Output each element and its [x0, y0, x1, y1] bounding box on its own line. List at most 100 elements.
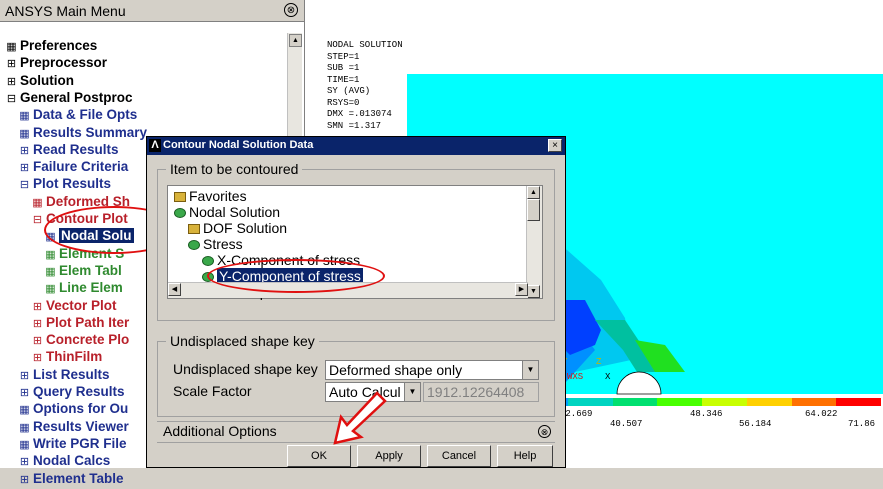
collapse-icon: ⊟ — [32, 214, 43, 226]
annotation-circle-y-component — [207, 259, 385, 293]
legend-swatch — [612, 398, 658, 406]
menu-item[interactable]: ▦ Elem Tabl — [45, 262, 122, 279]
menu-item[interactable]: ▦ Preferences — [6, 37, 97, 54]
scroll-left-icon[interactable]: ◀ — [168, 283, 181, 296]
tree-item[interactable]: Nodal Solution — [174, 204, 280, 220]
menu-item[interactable]: ▦ Write PGR File — [19, 435, 126, 452]
scale-factor-number[interactable]: 1912.12264408 — [423, 382, 539, 402]
help-button[interactable]: Help — [497, 445, 553, 467]
menu-item[interactable]: ▦ Options for Ou — [19, 400, 128, 417]
menu-item[interactable]: ▦ Results Viewer — [19, 418, 129, 435]
menu-item[interactable]: ⊞ Concrete Plo — [32, 331, 129, 348]
legend-swatch — [746, 398, 792, 406]
shape-key-select[interactable]: Deformed shape only ▼ — [325, 360, 539, 380]
contour-legend-bar — [523, 398, 881, 406]
legend-value: 64.022 — [805, 409, 838, 419]
ok-button[interactable]: OK — [287, 445, 351, 467]
menu-item[interactable]: ▦ Line Elem — [45, 279, 123, 296]
undisplaced-shape-group-label: Undisplaced shape key — [166, 333, 319, 349]
menu-item-label: List Results — [33, 366, 110, 382]
result-item-icon — [188, 240, 200, 251]
axis-label-x: X — [605, 372, 611, 382]
menu-item-label: Line Elem — [59, 280, 123, 296]
legend-value: 48.346 — [690, 409, 723, 419]
scroll-up-icon[interactable]: ▲ — [527, 186, 540, 199]
menu-item-label: Nodal Calcs — [33, 453, 111, 469]
axis-label-z: Z — [596, 357, 602, 367]
tree-item-label: DOF Solution — [203, 220, 288, 236]
menu-item-label: Element Table — [33, 470, 124, 486]
expand-icon: ⊞ — [19, 473, 30, 486]
tree-item-label: Favorites — [189, 188, 247, 204]
wxs-label: WXS — [567, 372, 584, 382]
dropdown-arrow-icon[interactable]: ▼ — [522, 361, 538, 379]
menu-item[interactable]: ▦ Results Summary — [19, 124, 147, 141]
menu-item-label: Plot Path Iter — [46, 314, 130, 330]
menu-item[interactable]: ⊞ Plot Path Iter — [32, 314, 129, 331]
legend-swatch — [702, 398, 747, 406]
scale-factor-label: Scale Factor — [173, 383, 252, 399]
menu-item-label: Results Summary — [33, 124, 148, 140]
tree-item-label: Stress — [203, 236, 243, 252]
menu-item[interactable]: ⊞ Solution — [6, 72, 74, 89]
tree-item[interactable]: DOF Solution — [188, 220, 287, 236]
menu-item[interactable]: ▦ Data & File Opts — [19, 106, 137, 123]
shape-key-label: Undisplaced shape key — [173, 361, 318, 377]
menu-item-label: Elem Tabl — [59, 262, 122, 278]
main-menu-title: ANSYS Main Menu — [5, 3, 126, 19]
main-menu-title-bar: ANSYS Main Menu ⊗ — [0, 0, 304, 22]
result-item-icon — [174, 208, 186, 219]
legend-swatch — [791, 398, 837, 406]
legend-value: 71.86 — [848, 419, 876, 429]
menu-item-label: Preferences — [20, 38, 98, 53]
scroll-up-icon[interactable]: ▲ — [289, 34, 302, 47]
collapse-icon: ⊟ — [19, 179, 30, 192]
menu-item-label: Data & File Opts — [33, 107, 138, 123]
legend-swatch — [567, 398, 613, 406]
menu-item[interactable]: ⊞ List Results — [19, 366, 110, 383]
menu-item-label: Vector Plot — [46, 297, 117, 313]
expand-options-icon[interactable]: ⊗ — [538, 425, 551, 438]
dialog-title: Contour Nodal Solution Data — [163, 139, 314, 151]
menu-item-label: Query Results — [33, 384, 125, 399]
contour-nodal-solution-dialog: Λ Contour Nodal Solution Data × Item to … — [146, 136, 566, 468]
scroll-right-icon[interactable]: ▶ — [515, 283, 528, 296]
legend-swatch — [657, 398, 702, 406]
menu-item[interactable]: ⊞ ThinFilm — [32, 348, 102, 365]
menu-item-label: Options for Ou — [33, 401, 129, 417]
dropdown-arrow-icon[interactable]: ▼ — [404, 383, 420, 401]
item-to-be-contoured-label: Item to be contoured — [166, 161, 303, 177]
legend-value: 56.184 — [739, 419, 772, 429]
menu-item[interactable]: ⊞ Preprocessor — [6, 54, 107, 71]
menu-item-label: Solution — [20, 72, 74, 88]
menu-item-label: Results Viewer — [33, 418, 129, 434]
legend-swatch — [836, 398, 881, 406]
result-item-icon — [202, 256, 214, 267]
menu-item[interactable]: ⊞ Nodal Calcs — [19, 452, 110, 469]
apply-button[interactable]: Apply — [357, 445, 421, 467]
menu-item-label: ThinFilm — [46, 349, 103, 365]
menu-item-label: Preprocessor — [20, 55, 108, 71]
menu-item[interactable]: ⊞ Vector Plot — [32, 297, 117, 314]
folder-icon — [174, 192, 186, 203]
menu-item[interactable]: ⊞ Query Results — [19, 383, 125, 400]
menu-item-label: Plot Results — [33, 176, 112, 192]
tree-item[interactable]: Favorites — [174, 188, 247, 204]
tree-item[interactable]: Stress — [188, 236, 243, 252]
menu-item[interactable]: ⊞ Failure Criteria — [19, 158, 128, 175]
menu-item[interactable]: ⊞ Read Results — [19, 141, 119, 158]
collapse-icon: ⊟ — [6, 92, 17, 105]
cancel-button[interactable]: Cancel — [427, 445, 491, 467]
folder-icon — [188, 224, 200, 235]
scroll-down-icon[interactable]: ▼ — [527, 285, 540, 298]
ansys-logo-icon: Λ — [149, 139, 161, 152]
menu-item[interactable]: ⊟ General Postproc — [6, 89, 133, 106]
menu-item[interactable]: ⊟ Plot Results — [19, 175, 111, 192]
scroll-thumb[interactable] — [527, 199, 540, 221]
collapse-menu-icon[interactable]: ⊗ — [284, 3, 298, 17]
tree-vertical-scrollbar[interactable]: ▲ ▼ — [526, 186, 542, 298]
close-icon[interactable]: × — [548, 139, 562, 152]
legend-value: 40.507 — [610, 419, 643, 429]
menu-item-label: Read Results — [33, 141, 119, 157]
menu-item[interactable]: ⊞ Element Table — [19, 470, 124, 487]
